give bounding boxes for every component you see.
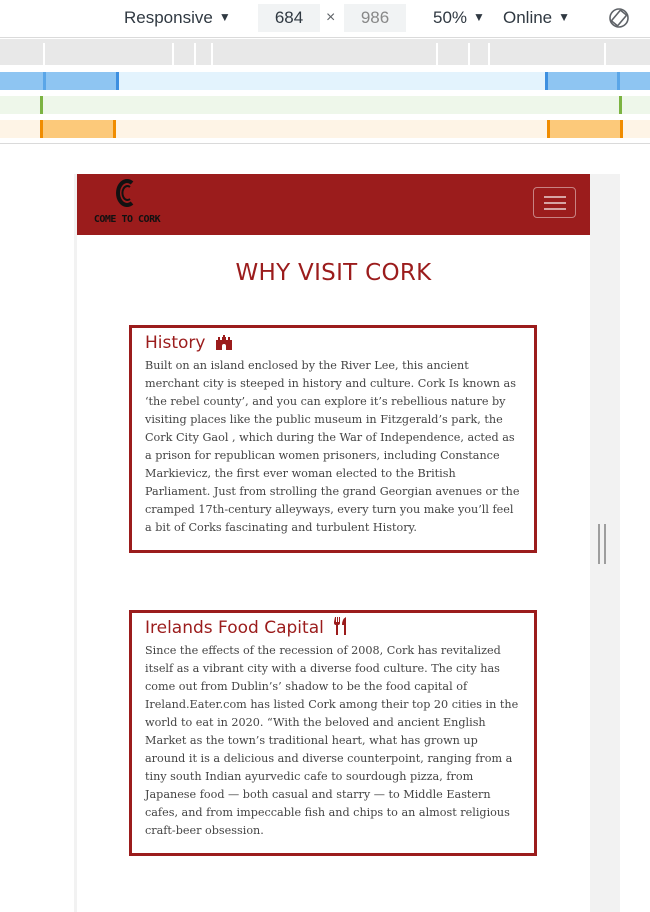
rotate-icon[interactable] xyxy=(608,7,630,29)
zoom-select[interactable]: 50% ▼ xyxy=(433,8,485,28)
card-heading: History xyxy=(145,332,520,354)
chevron-down-icon: ▼ xyxy=(218,10,231,24)
device-label: Responsive xyxy=(124,8,213,27)
chevron-down-icon: ▼ xyxy=(473,10,485,24)
history-card: History Built on an island enclosed by t… xyxy=(129,325,537,553)
network-label: Online xyxy=(503,8,553,27)
times-symbol: × xyxy=(326,9,336,26)
chevron-down-icon: ▼ xyxy=(558,10,571,24)
device-select[interactable]: Responsive ▼ xyxy=(124,8,231,28)
page-title: WHY VISIT CORK xyxy=(235,260,432,286)
device-stage: COME TO CORK WHY VISIT CORK History Buil… xyxy=(0,144,650,912)
min-max-media-bar[interactable] xyxy=(0,96,650,114)
ruler xyxy=(0,39,650,65)
castle-icon xyxy=(215,335,232,350)
devtools-toolbar: Responsive ▼ 684 × 986 50% ▼ Online ▼ xyxy=(0,0,650,38)
logo-mark-icon xyxy=(116,179,134,207)
height-input[interactable]: 986 xyxy=(344,4,406,32)
food-card: Irelands Food Capital Since the effects … xyxy=(129,610,537,856)
card-title: Irelands Food Capital xyxy=(145,618,324,638)
card-title: History xyxy=(145,333,206,353)
max-width-media-bar[interactable] xyxy=(0,72,650,90)
width-input[interactable]: 684 xyxy=(258,4,320,32)
card-heading: Irelands Food Capital xyxy=(145,617,520,639)
device-viewport: COME TO CORK WHY VISIT CORK History Buil… xyxy=(77,174,590,912)
min-width-media-bar[interactable] xyxy=(0,120,650,138)
site-navbar: COME TO CORK xyxy=(77,174,590,235)
menu-toggle-button[interactable] xyxy=(533,187,576,218)
site-logo[interactable]: COME TO CORK xyxy=(91,178,163,230)
logo-text: COME TO CORK xyxy=(93,214,161,225)
resize-handle[interactable] xyxy=(598,524,606,564)
card-text: Since the effects of the recession of 20… xyxy=(145,644,519,837)
network-select[interactable]: Online ▼ xyxy=(503,8,570,28)
zoom-label: 50% xyxy=(433,8,468,27)
card-text: Built on an island enclosed by the River… xyxy=(145,359,520,534)
utensils-icon xyxy=(334,617,347,635)
